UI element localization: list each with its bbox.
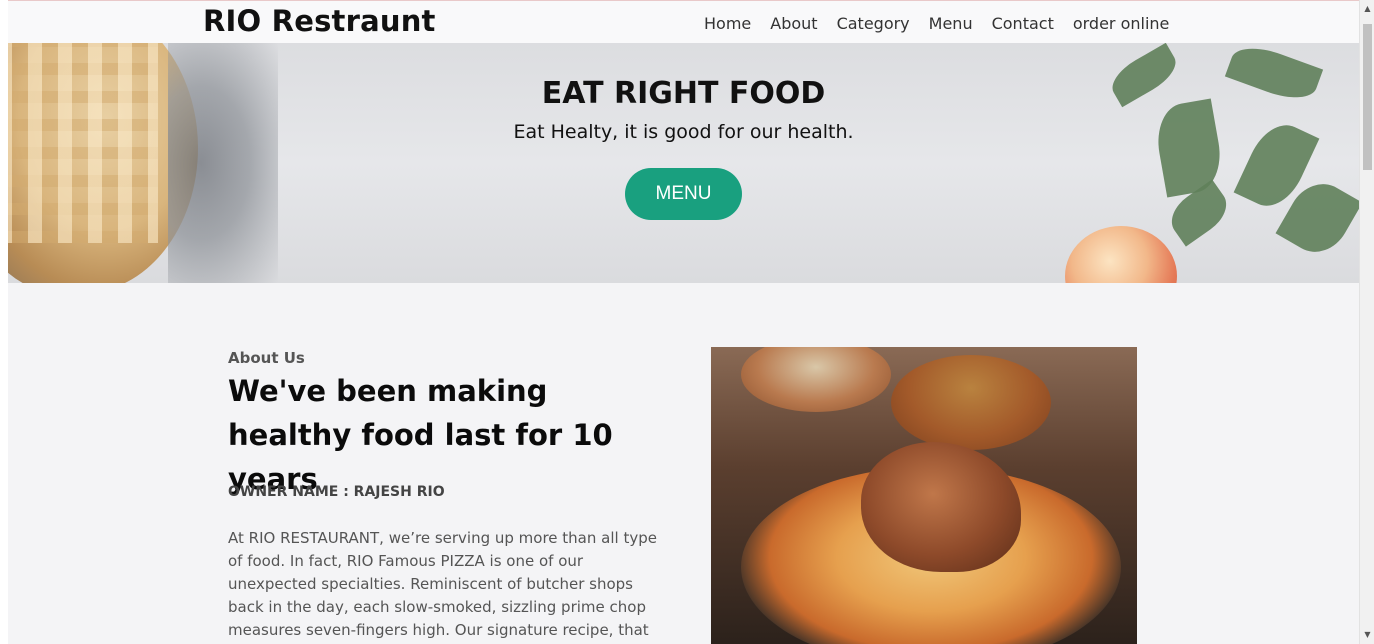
triangle-down-icon[interactable]: ▼ xyxy=(1360,628,1374,642)
nav-menu[interactable]: Menu xyxy=(929,14,973,33)
nav-category[interactable]: Category xyxy=(837,14,910,33)
vertical-scrollbar[interactable]: ▲ ▼ xyxy=(1359,0,1374,644)
hero-banner: EAT RIGHT FOOD Eat Healty, it is good fo… xyxy=(8,43,1359,283)
nav-about[interactable]: About xyxy=(770,14,817,33)
owner-name: OWNER NAME : RAJESH RIO xyxy=(228,484,445,500)
nav-contact[interactable]: Contact xyxy=(992,14,1054,33)
scrollbar-thumb[interactable] xyxy=(1363,24,1372,170)
triangle-up-icon[interactable]: ▲ xyxy=(1360,2,1374,16)
brand-logo-text[interactable]: RIO Restraunt xyxy=(203,4,436,38)
about-kicker: About Us xyxy=(228,349,305,367)
about-text: At RIO RESTAURANT, we’re serving up more… xyxy=(228,529,657,639)
biryani-image xyxy=(711,347,1137,644)
hero-subtitle: Eat Healty, it is good for our health. xyxy=(513,121,854,143)
nav-home[interactable]: Home xyxy=(704,14,751,33)
menu-button[interactable]: MENU xyxy=(625,168,742,220)
main-nav: Home About Category Menu Contact order o… xyxy=(704,14,1188,33)
page: RIO Restraunt Home About Category Menu C… xyxy=(8,0,1359,644)
about-title: We've been making healthy food last for … xyxy=(228,374,613,496)
site-header: RIO Restraunt Home About Category Menu C… xyxy=(8,0,1359,43)
hero-title: EAT RIGHT FOOD xyxy=(541,76,826,111)
nav-order-online[interactable]: order online xyxy=(1073,14,1170,33)
